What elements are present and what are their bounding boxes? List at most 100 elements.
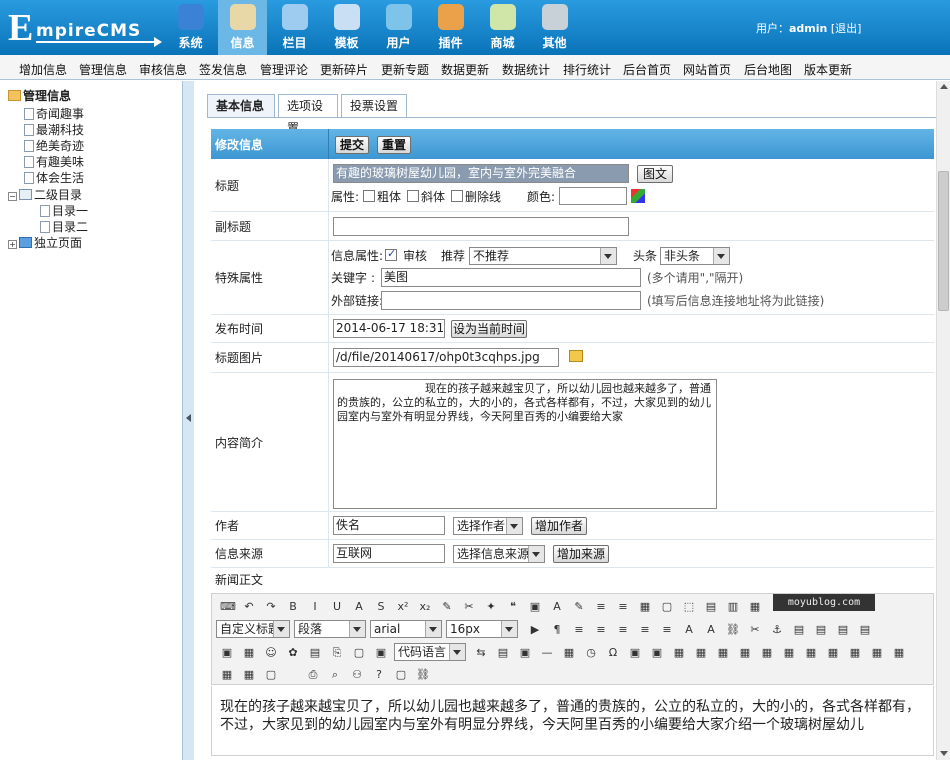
toolbar-icon[interactable]: A (550, 600, 564, 614)
audit-checkbox[interactable] (385, 247, 397, 261)
font-select[interactable]: arial (370, 620, 442, 638)
toolbar-icon[interactable]: x² (396, 600, 410, 614)
tree-folder[interactable]: − 二级目录 (8, 187, 82, 203)
vertical-scrollbar[interactable] (936, 81, 950, 760)
headline-select[interactable]: 非头条 (660, 247, 730, 265)
expand-icon[interactable]: + (8, 240, 17, 249)
toolbar-icon[interactable]: ❝ (506, 600, 520, 614)
scroll-down-icon[interactable] (940, 751, 948, 756)
tree-page[interactable]: + 独立页面 (8, 235, 82, 251)
source-select[interactable]: 选择信息来源 (453, 545, 545, 563)
source-input[interactable]: 互联网 (333, 544, 445, 563)
submenu-item[interactable]: 更新专题 (381, 61, 429, 78)
toolbar-icon[interactable]: ▦ (826, 646, 840, 660)
toolbar-icon[interactable]: ≡ (572, 623, 586, 637)
color-input[interactable] (559, 187, 627, 205)
size-select[interactable]: 16px (446, 620, 518, 638)
submenu-item[interactable]: 排行统计 (563, 61, 611, 78)
toolbar-icon[interactable]: ▶ (528, 623, 542, 637)
collapse-icon[interactable]: − (8, 192, 17, 201)
toolbar-icon[interactable]: ▣ (518, 646, 532, 660)
toolbar-icon[interactable]: ↶ (242, 600, 256, 614)
scroll-up-icon[interactable] (940, 84, 948, 89)
toolbar-icon[interactable]: ⇆ (474, 646, 488, 660)
toolbar-icon[interactable]: ✂ (462, 600, 476, 614)
color-picker-icon[interactable] (631, 189, 645, 203)
graphic-button[interactable]: 图文 (637, 165, 673, 183)
tree-item[interactable]: 有趣美味 (24, 154, 84, 170)
toolbar-icon[interactable]: ▤ (704, 600, 718, 614)
title-input[interactable]: 有趣的玻璃树屋幼儿园，室内与室外完美融合 (333, 164, 629, 183)
toolbar-icon[interactable]: ▦ (738, 646, 752, 660)
toolbar-icon[interactable]: A (682, 623, 696, 637)
summary-textarea[interactable]: 现在的孩子越来越宝贝了，所以幼儿园也越来越多了，普通的贵族的，公立的私立的，大的… (333, 379, 717, 509)
toolbar-icon[interactable]: B (286, 600, 300, 614)
empirecms-logo[interactable]: E mpireCMS (8, 8, 162, 48)
toolbar-icon[interactable]: ▢ (394, 668, 408, 682)
toolbar-icon[interactable]: ⬚ (682, 600, 696, 614)
scroll-thumb[interactable] (938, 171, 949, 311)
toolbar-icon[interactable]: ▣ (628, 646, 642, 660)
submenu-item[interactable]: 签发信息 (199, 61, 247, 78)
toolbar-icon[interactable]: ≡ (638, 623, 652, 637)
nav-folder[interactable]: 栏目 (270, 0, 319, 55)
sidebar-splitter[interactable] (182, 81, 194, 760)
submenu-item[interactable]: 管理信息 (79, 61, 127, 78)
toolbar-icon[interactable]: ▣ (528, 600, 542, 614)
toolbar-icon[interactable]: ⌕ (328, 668, 342, 682)
tree-child[interactable]: 目录二 (40, 219, 88, 235)
toolbar-icon[interactable]: ▤ (308, 646, 322, 660)
toolbar-icon[interactable]: ▣ (220, 646, 234, 660)
image-picker-icon[interactable] (569, 350, 583, 362)
toolbar-icon[interactable]: ▤ (836, 623, 850, 637)
link-input[interactable] (381, 291, 641, 310)
toolbar-icon[interactable]: ✦ (484, 600, 498, 614)
author-select[interactable]: 选择作者 (453, 517, 523, 535)
tree-item[interactable]: 最潮科技 (24, 122, 84, 138)
submenu-item[interactable]: 增加信息 (19, 61, 67, 78)
toolbar-icon[interactable]: ¶ (550, 623, 564, 637)
nav-notepad[interactable]: 信息 (218, 0, 267, 55)
toolbar-icon[interactable]: ▦ (220, 668, 234, 682)
tab-vote[interactable]: 投票设置 (341, 94, 407, 118)
tab-basic[interactable]: 基本信息 (207, 94, 275, 118)
toolbar-icon[interactable]: ▦ (562, 646, 576, 660)
nav-user[interactable]: 用户 (374, 0, 423, 55)
toolbar-icon[interactable]: ▦ (782, 646, 796, 660)
toolbar-icon[interactable]: A (704, 623, 718, 637)
submenu-item[interactable]: 后台地图 (744, 61, 792, 78)
toolbar-icon[interactable]: ≡ (660, 623, 674, 637)
tab-options[interactable]: 选项设置 (278, 94, 338, 135)
toolbar-icon[interactable]: ▦ (892, 646, 906, 660)
submenu-item[interactable]: 数据更新 (441, 61, 489, 78)
submenu-item[interactable]: 网站首页 (683, 61, 731, 78)
toolbar-icon[interactable]: ▦ (242, 646, 256, 660)
nav-card[interactable]: 商城 (478, 0, 527, 55)
tree-item[interactable]: 奇闻趣事 (24, 106, 84, 122)
toolbar-icon[interactable]: ▦ (716, 646, 730, 660)
toolbar-icon[interactable]: ≡ (616, 600, 630, 614)
logout-link[interactable]: [退出] (831, 22, 862, 35)
heading-select[interactable]: 自定义标题 (216, 620, 290, 638)
toolbar-icon[interactable]: ↷ (264, 600, 278, 614)
submenu-item[interactable]: 管理评论 (260, 61, 308, 78)
image-input[interactable]: /d/file/20140617/ohp0t3cqhps.jpg (333, 348, 559, 367)
submit-button[interactable]: 提交 (335, 136, 369, 154)
toolbar-icon[interactable]: x₂ (418, 600, 432, 614)
toolbar-icon[interactable]: ≡ (594, 600, 608, 614)
toolbar-icon[interactable]: S (374, 600, 388, 614)
toolbar-icon[interactable]: ⚇ (350, 668, 364, 682)
tree-child[interactable]: 目录一 (40, 203, 88, 219)
toolbar-icon[interactable]: ⎙ (306, 668, 320, 682)
keyword-input[interactable]: 美图 (381, 268, 641, 287)
author-input[interactable]: 佚名 (333, 516, 445, 535)
toolbar-icon[interactable]: ▦ (242, 668, 256, 682)
toolbar-icon[interactable]: ▢ (264, 668, 278, 682)
submenu-item[interactable]: 审核信息 (139, 61, 187, 78)
toolbar-icon[interactable]: ▤ (858, 623, 872, 637)
toolbar-icon[interactable]: ? (372, 668, 386, 682)
toolbar-icon[interactable]: ▤ (496, 646, 510, 660)
tree-root[interactable]: 管理信息 (8, 88, 71, 104)
paragraph-select[interactable]: 段落 (294, 620, 366, 638)
toolbar-icon[interactable]: ⛓ (416, 668, 430, 682)
